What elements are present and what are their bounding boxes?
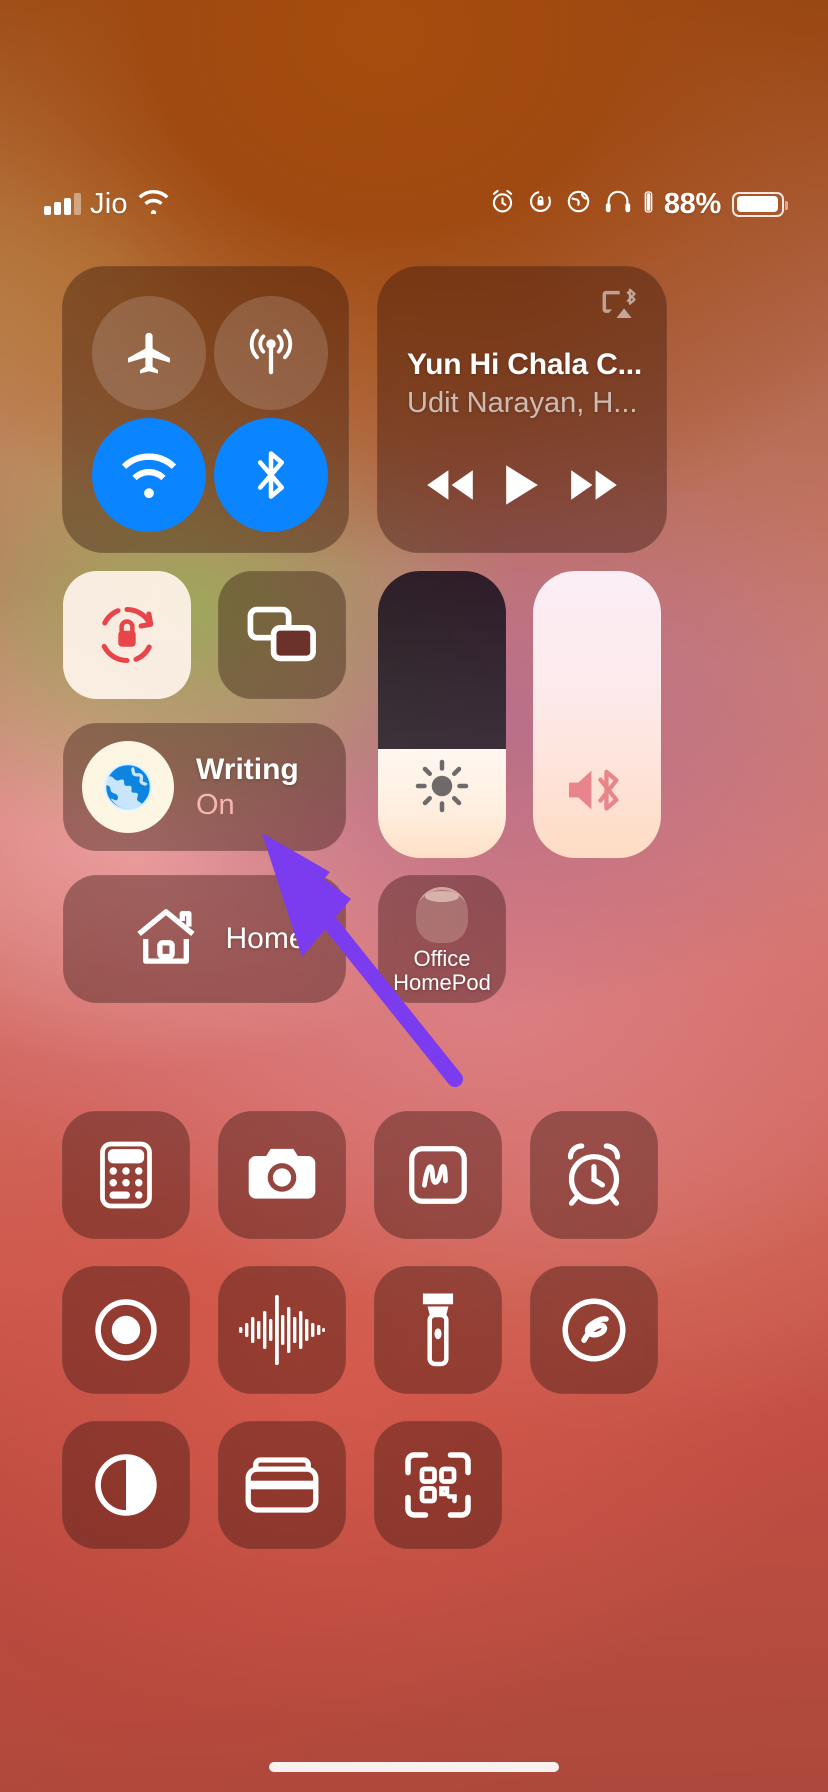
homepod-label-line1: Office: [413, 946, 471, 971]
screen-record-shortcut[interactable]: [62, 1266, 190, 1394]
globe-icon: [103, 762, 153, 812]
alarm-shortcut[interactable]: [530, 1111, 658, 1239]
now-playing-module[interactable]: Yun Hi Chala C... Udit Narayan, H...: [377, 266, 667, 553]
dark-mode-shortcut[interactable]: [62, 1421, 190, 1549]
now-playing-artist: Udit Narayan, H...: [407, 387, 638, 419]
quick-note-shortcut[interactable]: [374, 1111, 502, 1239]
code-scanner-shortcut[interactable]: [374, 1421, 502, 1549]
airplay-bluetooth-icon[interactable]: [599, 288, 641, 325]
now-playing-title: Yun Hi Chala C...: [407, 348, 642, 381]
shazam-shortcut[interactable]: [530, 1266, 658, 1394]
flashlight-shortcut[interactable]: [374, 1266, 502, 1394]
home-label: Home: [225, 922, 306, 955]
homepod-icon: [416, 887, 468, 943]
focus-name-label: Writing: [196, 752, 299, 786]
battery-percent-label: 88%: [663, 187, 721, 220]
voice-memos-shortcut[interactable]: [218, 1266, 346, 1394]
focus-icon-bubble: [82, 741, 174, 833]
headphone-battery-icon: [644, 190, 653, 219]
camera-shortcut[interactable]: [218, 1111, 346, 1239]
brightness-slider[interactable]: [378, 571, 506, 858]
focus-state-label: On: [196, 788, 235, 821]
rewind-button[interactable]: [424, 466, 476, 504]
now-playing-controls: [377, 463, 667, 507]
homepod-label-line2: HomePod: [393, 969, 491, 995]
bluetooth-toggle[interactable]: [214, 418, 328, 532]
fast-forward-button[interactable]: [568, 466, 620, 504]
status-bar: Jio 88%: [0, 182, 828, 226]
airplane-mode-toggle[interactable]: [92, 296, 206, 410]
home-indicator[interactable]: [269, 1762, 559, 1772]
volume-slider[interactable]: [533, 571, 661, 858]
rotation-lock-toggle[interactable]: [63, 571, 191, 699]
alarm-icon: [489, 188, 516, 220]
shortcuts-grid: [62, 1111, 658, 1549]
focus-tile-writing[interactable]: Writing On: [63, 723, 346, 851]
iphone-control-center-screen: Jio 88% Yun Hi Chala C... Udit Narayan, …: [0, 0, 828, 1792]
screen-mirroring-toggle[interactable]: [218, 571, 346, 699]
rotation-lock-icon: [527, 188, 554, 220]
brightness-icon: [378, 756, 506, 816]
carrier-label: Jio: [90, 187, 128, 220]
play-button[interactable]: [503, 463, 541, 507]
wallet-shortcut[interactable]: [218, 1421, 346, 1549]
homepod-tile[interactable]: Office HomePod: [378, 875, 506, 1003]
home-icon: [133, 905, 199, 974]
cellular-data-toggle[interactable]: [214, 296, 328, 410]
wifi-icon: [137, 189, 170, 219]
battery-icon: [732, 191, 788, 217]
homepod-label: Office HomePod: [393, 947, 491, 995]
connectivity-module[interactable]: [62, 266, 349, 553]
wifi-toggle[interactable]: [92, 418, 206, 532]
location-icon: [565, 188, 592, 220]
calculator-shortcut[interactable]: [62, 1111, 190, 1239]
cellular-bars-icon: [44, 193, 81, 215]
headphones-icon: [603, 188, 633, 220]
home-tile[interactable]: Home: [63, 875, 346, 1003]
speaker-bluetooth-icon: [533, 762, 661, 818]
